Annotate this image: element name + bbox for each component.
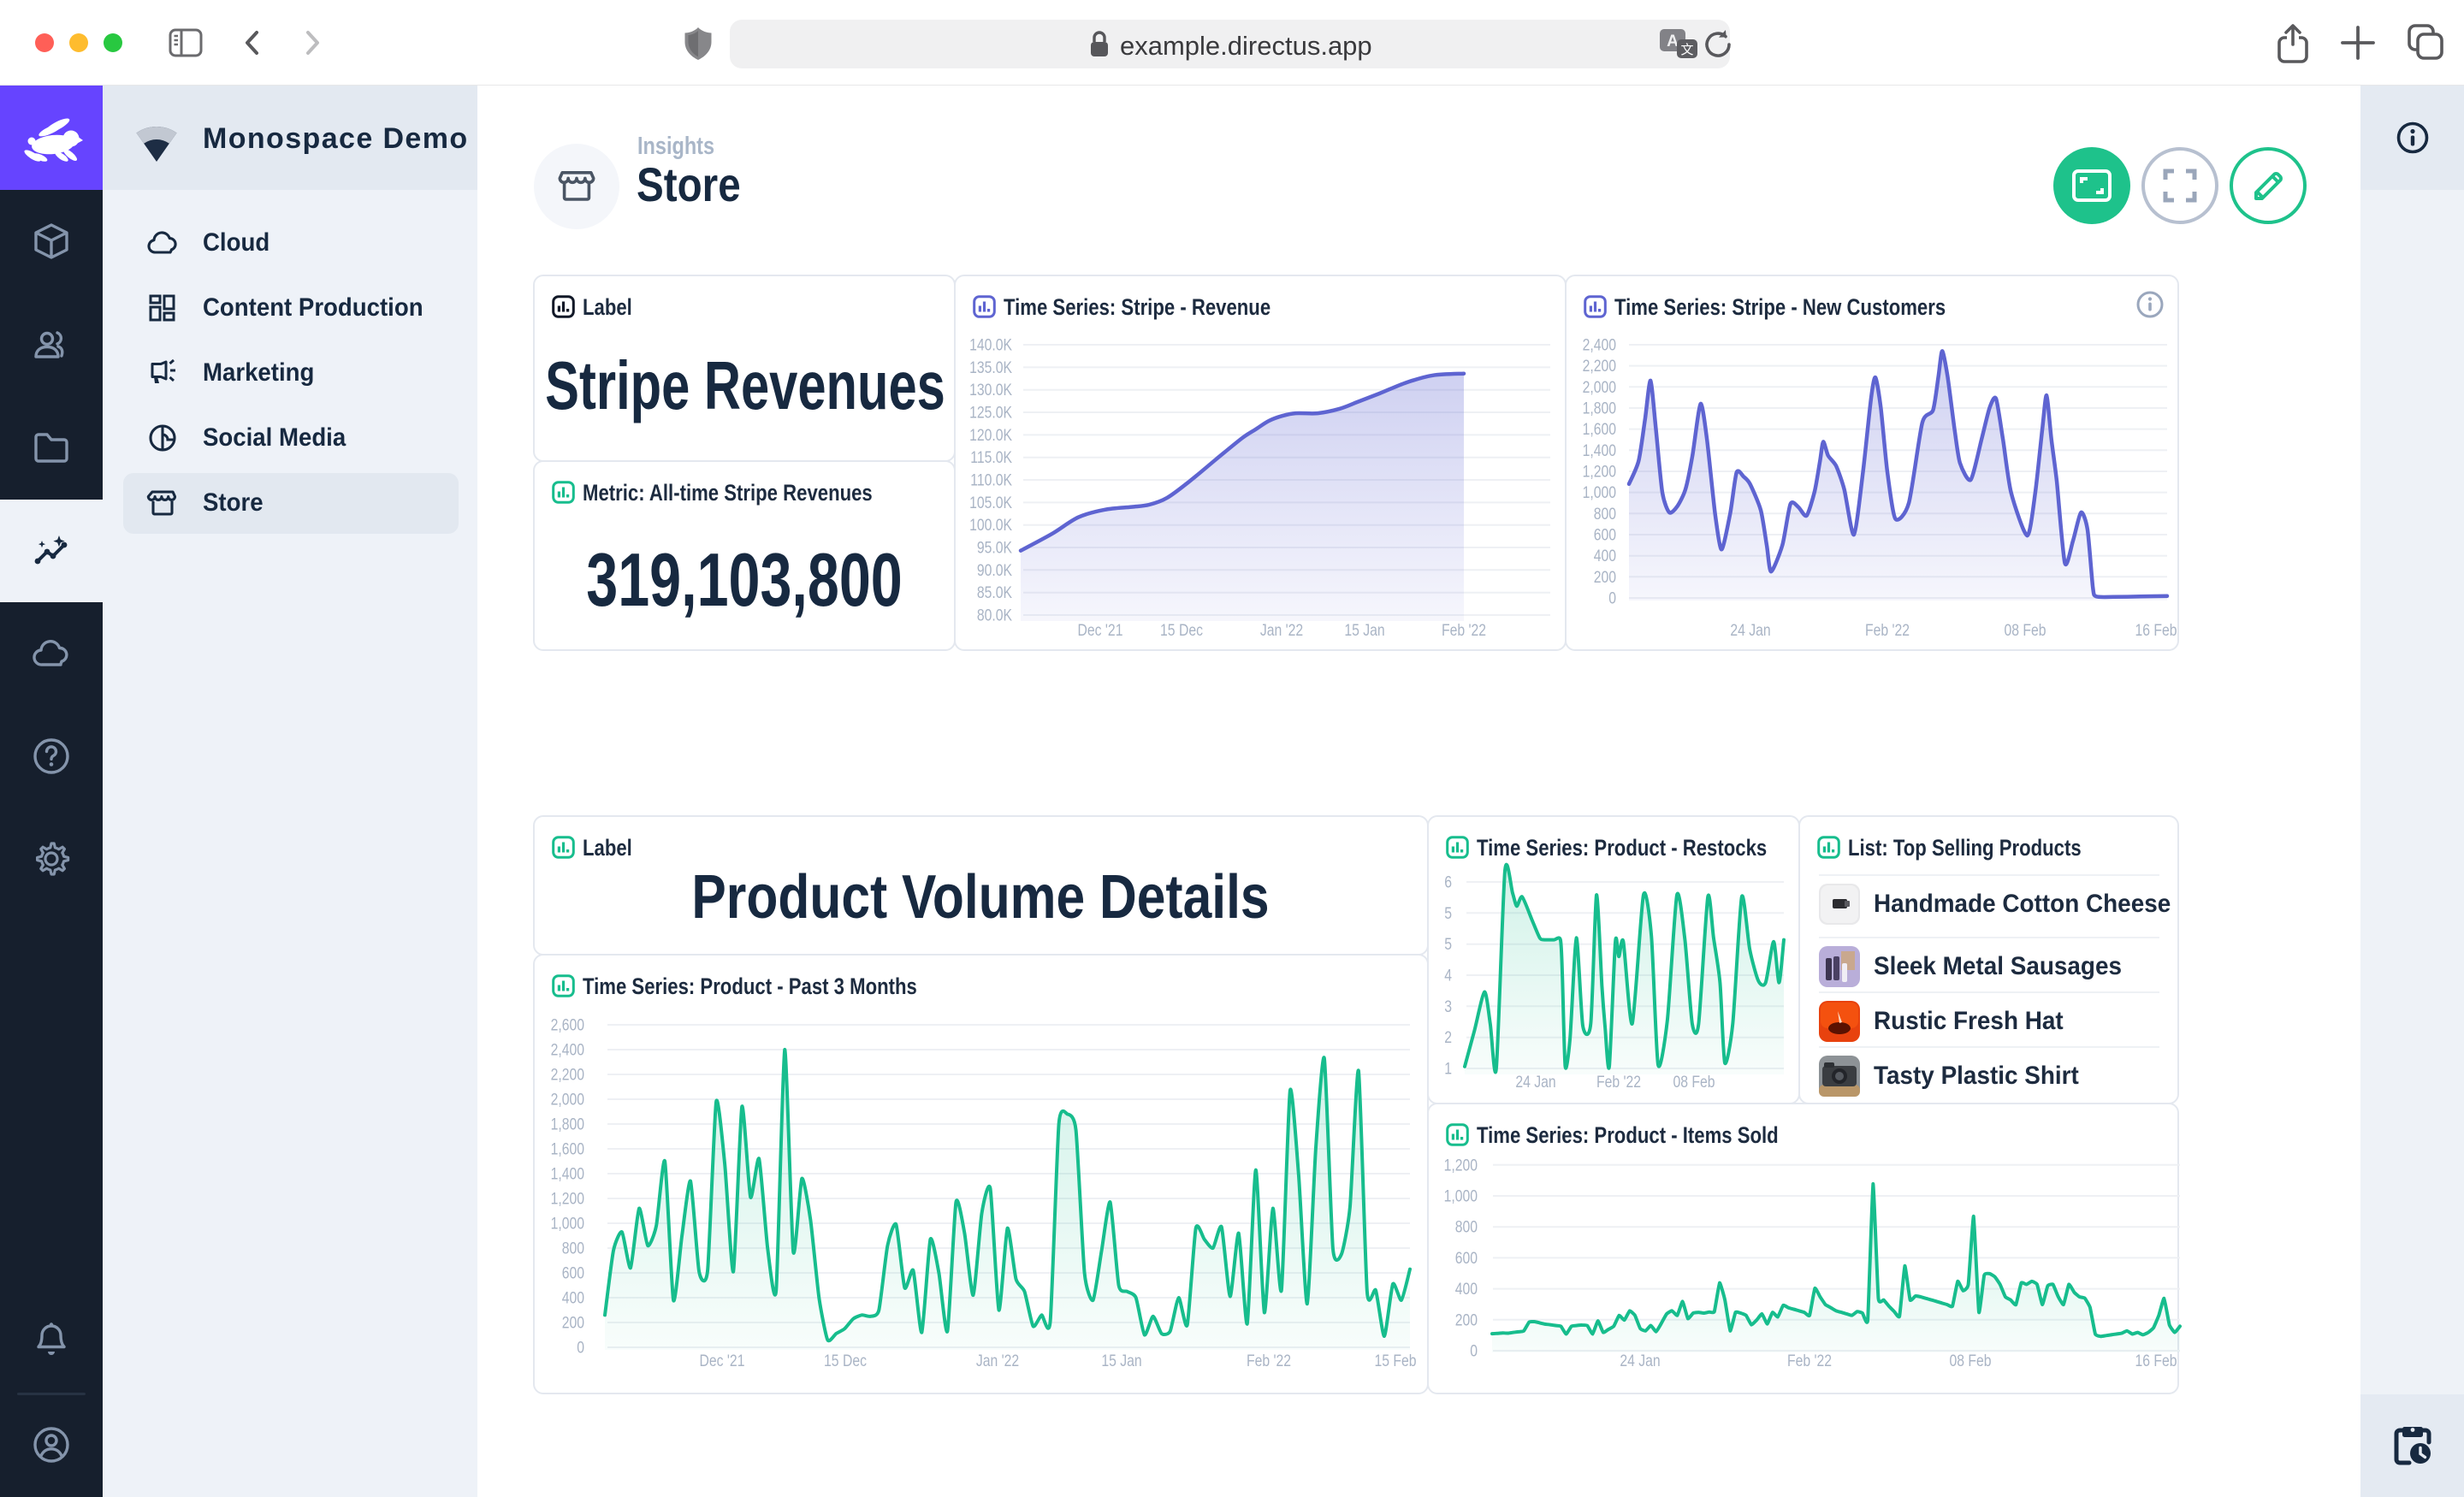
svg-text:0: 0 — [1470, 1341, 1478, 1360]
svg-text:600: 600 — [1455, 1248, 1478, 1267]
svg-text:200: 200 — [1455, 1311, 1478, 1329]
svg-text:1,000: 1,000 — [1444, 1186, 1478, 1205]
svg-text:08 Feb: 08 Feb — [1949, 1352, 1991, 1370]
svg-text:400: 400 — [1455, 1280, 1478, 1299]
svg-text:24 Jan: 24 Jan — [1620, 1352, 1660, 1370]
svg-text:1,200: 1,200 — [1444, 1156, 1478, 1175]
svg-text:Feb '22: Feb '22 — [1787, 1352, 1832, 1370]
svg-text:16 Feb: 16 Feb — [2135, 1352, 2177, 1370]
svg-text:800: 800 — [1455, 1217, 1478, 1236]
